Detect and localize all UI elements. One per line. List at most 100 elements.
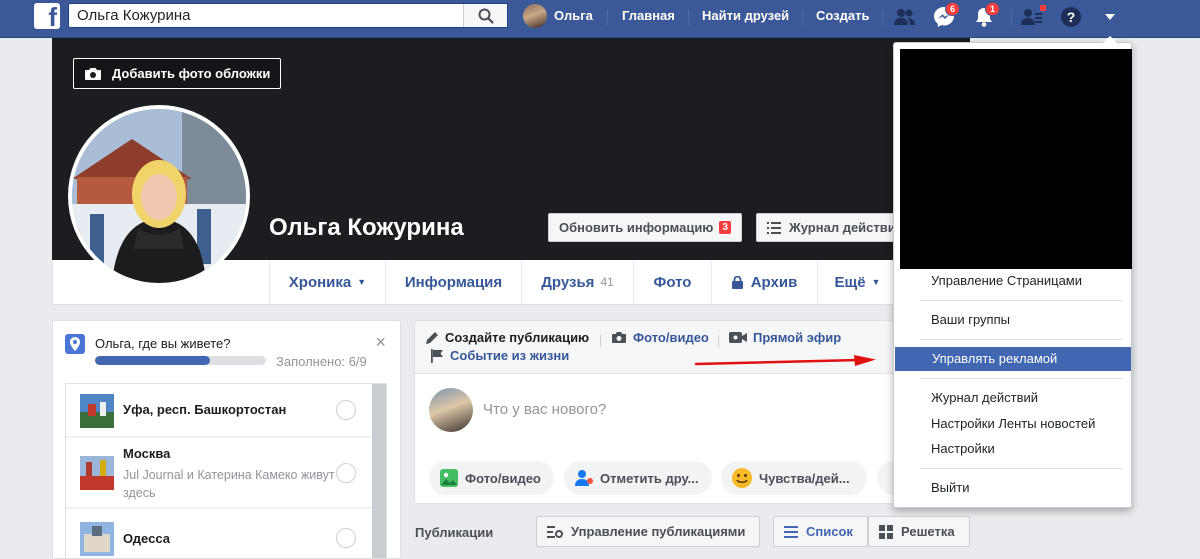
progress-fill — [95, 356, 210, 365]
avatar — [429, 388, 473, 432]
group-requests-icon[interactable] — [1019, 4, 1047, 30]
city-suggestions-list: Уфа, респ. Башкортостан Москва Jul Journ… — [65, 383, 387, 558]
close-icon[interactable]: × — [375, 332, 386, 353]
profile-name[interactable]: Ольга Кожурина — [269, 214, 464, 242]
post-composer: Создайте публикацию Фото/видео Прямой эф… — [414, 320, 970, 504]
photo-video-action[interactable]: Фото/видео — [429, 461, 554, 495]
menu-item-your-groups[interactable]: Ваши группы — [894, 308, 1131, 332]
menu-item-log-out[interactable]: Выйти — [894, 476, 1131, 500]
progress-label: Заполнено: 6/9 — [276, 354, 367, 369]
location-prompt-title: Ольга, где вы живете? — [95, 336, 231, 351]
tab-about[interactable]: Информация — [385, 260, 521, 304]
scrollbar[interactable] — [372, 384, 386, 558]
chevron-down-icon: ▼ — [357, 277, 367, 287]
menu-item-activity-log[interactable]: Журнал действий — [894, 386, 1131, 410]
list-item[interactable]: Одесса — [66, 509, 374, 558]
account-menu-chevron-down-icon[interactable] — [1097, 4, 1123, 30]
gear-list-icon — [547, 525, 563, 539]
manage-posts-button[interactable]: Управление публикациями — [536, 516, 760, 547]
messenger-icon[interactable]: 6 — [931, 2, 960, 30]
city-thumbnail — [80, 394, 114, 428]
photo-video-button[interactable]: Фото/видео — [611, 330, 709, 345]
tag-friends-action[interactable]: Отметить дру... — [564, 461, 712, 495]
photo-video-action-label: Фото/видео — [465, 470, 541, 486]
chevron-down-icon: ▼ — [871, 277, 881, 287]
notifications-badge: 1 — [984, 2, 1000, 16]
tab-more[interactable]: Ещё ▼ — [817, 260, 897, 304]
facebook-logo-icon[interactable]: f — [34, 3, 60, 29]
update-info-button[interactable]: Обновить информацию 3 — [548, 213, 742, 242]
divider — [920, 378, 1123, 379]
update-info-label: Обновить информацию — [559, 220, 714, 235]
divider — [688, 9, 689, 25]
manage-posts-label: Управление публикациями — [571, 524, 746, 539]
update-info-count-badge: 3 — [719, 221, 731, 234]
list-item[interactable]: Москва Jul Journal и Катерина Камеко жив… — [66, 438, 374, 508]
tab-timeline[interactable]: Хроника ▼ — [269, 260, 385, 304]
post-input-placeholder[interactable]: Что у вас нового? — [483, 401, 606, 418]
help-icon[interactable]: ? — [1058, 4, 1084, 30]
tab-archive[interactable]: Архив — [711, 260, 817, 304]
city-thumbnail — [80, 522, 114, 556]
grid-icon — [879, 524, 893, 539]
menu-item-news-feed-preferences[interactable]: Настройки Ленты новостей — [894, 412, 1131, 436]
camera-icon — [611, 331, 627, 344]
create-post-label: Создайте публикацию — [445, 330, 590, 345]
tab-photos[interactable]: Фото — [633, 260, 711, 304]
search-input[interactable] — [69, 4, 464, 27]
friends-count: 41 — [600, 275, 614, 289]
smiley-icon — [731, 467, 753, 489]
menu-item-manage-ads[interactable]: Управлять рекламой — [895, 347, 1131, 371]
publications-label: Публикации — [415, 525, 494, 540]
divider — [802, 9, 803, 25]
divider — [718, 335, 719, 347]
divider — [882, 9, 883, 25]
flag-icon — [431, 348, 444, 363]
tab-friends[interactable]: Друзья 41 — [521, 260, 633, 304]
group-requests-badge — [1039, 4, 1047, 12]
map-pin-icon — [65, 334, 85, 354]
add-cover-photo-button[interactable]: Добавить фото обложки — [73, 58, 282, 89]
create-post-button[interactable]: Создайте публикацию — [425, 330, 589, 345]
tab-friends-label: Друзья — [541, 273, 595, 291]
city-select-radio[interactable] — [336, 400, 356, 420]
life-event-button[interactable]: Событие из жизни — [431, 348, 569, 363]
tag-people-icon — [574, 468, 594, 488]
top-navigation-bar: f Ольга Главная Найти друзей Создать 6 1… — [0, 0, 1200, 38]
nav-create-link[interactable]: Создать — [816, 8, 869, 23]
nav-home-link[interactable]: Главная — [622, 8, 675, 23]
divider — [600, 335, 601, 347]
pencil-icon — [425, 331, 439, 345]
feelings-action[interactable]: Чувства/дей... — [721, 461, 867, 495]
city-thumbnail — [80, 456, 114, 490]
live-video-button[interactable]: Прямой эфир — [729, 330, 841, 345]
grid-view-label: Решетка — [901, 524, 955, 539]
redacted-area — [900, 49, 1132, 269]
list-item[interactable]: Уфа, респ. Башкортостан — [66, 384, 374, 437]
feelings-action-label: Чувства/дей... — [759, 470, 850, 486]
notifications-icon[interactable]: 1 — [971, 2, 1000, 30]
nav-find-friends-link[interactable]: Найти друзей — [702, 8, 789, 23]
camera-icon — [84, 67, 102, 81]
city-select-radio[interactable] — [336, 463, 356, 483]
tab-timeline-label: Хроника — [288, 273, 352, 291]
divider — [607, 9, 608, 25]
profile-picture[interactable] — [68, 105, 250, 287]
menu-item-manage-pages[interactable]: Управление Страницами — [894, 269, 1131, 293]
nav-user-name: Ольга — [554, 8, 593, 23]
grid-view-button[interactable]: Решетка — [868, 516, 970, 547]
city-select-radio[interactable] — [336, 528, 356, 548]
annotation-arrow-icon — [694, 355, 876, 366]
messenger-badge: 6 — [944, 2, 960, 16]
city-name: Москва — [123, 446, 171, 461]
friend-requests-icon[interactable] — [892, 4, 918, 30]
menu-item-settings[interactable]: Настройки — [894, 437, 1131, 461]
search-button[interactable] — [463, 4, 507, 27]
profile-progress-bar — [95, 356, 266, 365]
list-view-label: Список — [806, 524, 853, 539]
tab-more-label: Ещё — [834, 273, 866, 291]
list-icon — [784, 525, 798, 538]
nav-profile-link[interactable]: Ольга — [523, 3, 593, 28]
search-icon — [478, 8, 494, 24]
list-view-button[interactable]: Список — [773, 516, 868, 547]
